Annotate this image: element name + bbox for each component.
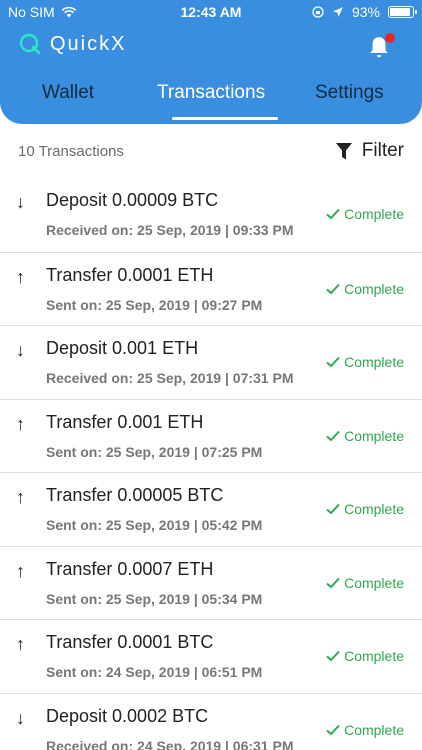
status-label: Complete (344, 501, 404, 517)
transaction-count: 10 Transactions (18, 143, 124, 160)
notifications-button[interactable] (366, 33, 395, 60)
check-icon (326, 577, 340, 588)
transaction-date: Received on: 24 Sep, 2019 | 06:31 PM (46, 738, 294, 750)
transaction-title: Deposit 0.001 ETH (46, 338, 199, 358)
arrow-up-icon: ↑ (16, 413, 25, 434)
transaction-date-label: Received on: (46, 222, 134, 238)
transaction-date-value: 25 Sep, 2019 | 09:33 PM (137, 222, 294, 238)
check-icon (326, 724, 340, 735)
quickx-logo-icon (19, 33, 41, 55)
tab-bar: Wallet Transactions Settings (0, 82, 422, 122)
transaction-date-label: Received on: (46, 370, 134, 386)
filter-icon (335, 142, 352, 159)
status-label: Complete (344, 721, 404, 738)
transaction-date: Sent on: 25 Sep, 2019 | 07:25 PM (46, 444, 262, 460)
tab-transactions[interactable]: Transactions (157, 82, 265, 104)
check-icon (326, 356, 340, 368)
transaction-date-label: Sent on: (46, 664, 102, 680)
transaction-date: Sent on: 24 Sep, 2019 | 06:51 PM (46, 664, 262, 680)
check-icon (326, 283, 340, 294)
battery-icon (388, 6, 417, 18)
transaction-row[interactable]: ↑ Transfer 0.0001 BTC Sent on: 24 Sep, 201… (0, 619, 422, 693)
transaction-date-value: 25 Sep, 2019 | 09:27 PM (105, 296, 263, 313)
tab-settings[interactable]: Settings (315, 82, 384, 104)
transaction-date: Sent on: 25 Sep, 2019 | 05:34 PM (46, 591, 262, 607)
status-complete: Complete (326, 501, 404, 517)
transaction-row[interactable]: ↑ Transfer 0.00005 BTC Sent on: 25 Sep, 20… (0, 472, 422, 546)
check-icon (326, 650, 340, 662)
arrow-up-icon: ↑ (16, 560, 25, 581)
list-header: 10 Transactions Filter (0, 124, 422, 178)
rotation-lock-icon (312, 6, 324, 18)
battery-percent: 93% (351, 4, 380, 20)
transaction-date-value: 24 Sep, 2019 | 06:51 PM (105, 664, 263, 680)
status-complete: Complete (326, 354, 404, 370)
transaction-title: Transfer 0.0001 BTC (46, 632, 214, 652)
transaction-row[interactable]: ↑ Transfer 0.001 ETH Sent on: 25 Sep, 2019… (0, 398, 422, 473)
status-complete: Complete (326, 281, 404, 297)
active-tab-indicator (172, 117, 278, 120)
status-label: Complete (344, 280, 404, 297)
transaction-date: Sent on: 25 Sep, 2019 | 09:27 PM (46, 297, 262, 313)
check-icon (326, 208, 340, 220)
transaction-date: Received on: 25 Sep, 2019 | 09:33 PM (46, 222, 294, 238)
notification-badge (385, 33, 395, 43)
check-icon (326, 430, 340, 441)
transaction-date-value: 25 Sep, 2019 | 07:25 PM (105, 443, 263, 460)
status-label: Complete (344, 206, 404, 222)
check-icon (326, 503, 340, 515)
transaction-row[interactable]: ↓ Deposit 0.001 ETH Received on: 25 Sep, 2… (0, 325, 422, 399)
status-complete: Complete (326, 206, 404, 222)
arrow-up-icon: ↑ (16, 634, 25, 654)
status-complete: Complete (326, 722, 404, 738)
transaction-date-value: 24 Sep, 2019 | 06:31 PM (137, 737, 294, 750)
arrow-down-icon: ↓ (16, 192, 25, 212)
transaction-date-label: Received on: (46, 737, 134, 750)
transaction-row[interactable]: ↑ Transfer 0.0007 ETH Sent on: 25 Sep, 201… (0, 545, 422, 620)
status-label: Complete (344, 354, 404, 370)
brand: QuickX (18, 32, 126, 56)
battery-level (390, 8, 410, 16)
status-bar: No SIM 12:43 AM 93% (0, 0, 422, 24)
transaction-date-label: Sent on: (46, 443, 102, 460)
arrow-up-icon: ↑ (16, 487, 25, 507)
transaction-list: ↓ Deposit 0.00009 BTC Received on: 25 Sep,… (0, 178, 422, 750)
transaction-date-value: 25 Sep, 2019 | 05:34 PM (105, 590, 263, 607)
transaction-row[interactable]: ↑ Transfer 0.0001 ETH Sent on: 25 Sep, 201… (0, 251, 422, 326)
transaction-title: Transfer 0.0001 ETH (46, 264, 214, 285)
status-complete: Complete (326, 648, 404, 664)
transaction-title: Deposit 0.00009 BTC (46, 190, 219, 210)
transaction-row[interactable]: ↓ Deposit 0.00009 BTC Received on: 25 Sep,… (0, 178, 422, 252)
transaction-title: Deposit 0.0002 BTC (46, 705, 209, 726)
transaction-date-value: 25 Sep, 2019 | 05:42 PM (105, 517, 263, 533)
transaction-date: Sent on: 25 Sep, 2019 | 05:42 PM (46, 517, 262, 533)
status-label: Complete (344, 648, 404, 664)
filter-label: Filter (361, 140, 404, 161)
arrow-down-icon: ↓ (16, 340, 25, 360)
transaction-date-label: Sent on: (46, 296, 102, 313)
status-right: 93% (312, 4, 417, 20)
transaction-title: Transfer 0.001 ETH (46, 411, 204, 432)
filter-button[interactable]: Filter (335, 140, 404, 162)
status-label: Complete (344, 427, 404, 444)
transaction-date-label: Sent on: (46, 517, 102, 533)
brand-name: QuickX (50, 32, 127, 55)
location-icon (332, 7, 343, 17)
app-header: No SIM 12:43 AM 93% QuickX Wallet Transa… (0, 0, 422, 124)
tab-wallet[interactable]: Wallet (42, 82, 94, 104)
status-label: Complete (344, 574, 404, 591)
transaction-title: Transfer 0.0007 ETH (46, 558, 214, 579)
transaction-date: Received on: 25 Sep, 2019 | 07:31 PM (46, 370, 294, 386)
transaction-row[interactable]: ↓ Deposit 0.0002 BTC Received on: 24 Sep, … (0, 692, 422, 750)
arrow-down-icon: ↓ (16, 707, 25, 728)
transaction-date-label: Sent on: (46, 590, 102, 607)
status-complete: Complete (326, 428, 404, 444)
transaction-title: Transfer 0.00005 BTC (46, 485, 224, 505)
transaction-date-value: 25 Sep, 2019 | 07:31 PM (137, 370, 294, 386)
arrow-up-icon: ↑ (16, 266, 25, 287)
status-complete: Complete (326, 575, 404, 591)
